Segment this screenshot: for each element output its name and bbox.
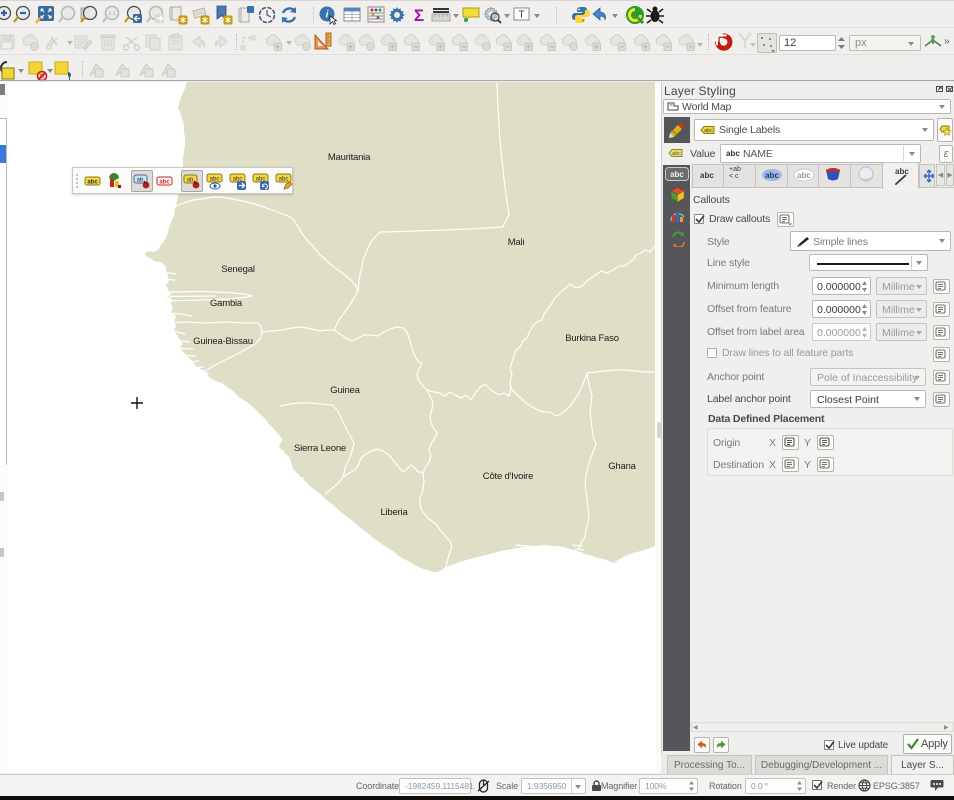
svg-text:T: T [518,10,524,21]
svg-text:Guinea-Bissau: Guinea-Bissau [193,336,253,347]
svg-text:Liberia: Liberia [380,507,408,518]
svg-text:Guinea: Guinea [330,385,360,396]
svg-text:abc: abc [670,170,684,179]
svg-text:abc: abc [704,128,713,134]
svg-text:Burkina Faso: Burkina Faso [565,333,619,344]
svg-text:abc: abc [87,180,98,186]
svg-text:Mauritania: Mauritania [328,152,371,163]
svg-text:abc: abc [797,171,811,180]
svg-text:abc: abc [765,171,779,180]
svg-text:Côte d'Ivoire: Côte d'Ivoire [483,471,533,482]
svg-text:abc: abc [279,177,289,183]
svg-text:ab: ab [187,178,194,184]
svg-text:abc: abc [159,180,170,186]
svg-text:Mali: Mali [508,237,525,248]
svg-text:ab: ab [137,178,144,184]
svg-text:Σ: Σ [414,6,424,25]
svg-text:abc: abc [672,151,681,157]
svg-text:Ghana: Ghana [608,461,636,472]
svg-text:Gambia: Gambia [210,298,243,309]
svg-text:Sierra Leone: Sierra Leone [294,443,346,454]
svg-text:1:1: 1:1 [109,11,116,17]
svg-text:Senegal: Senegal [221,264,255,275]
svg-text:abc: abc [210,177,220,183]
svg-text:i: i [326,10,329,21]
